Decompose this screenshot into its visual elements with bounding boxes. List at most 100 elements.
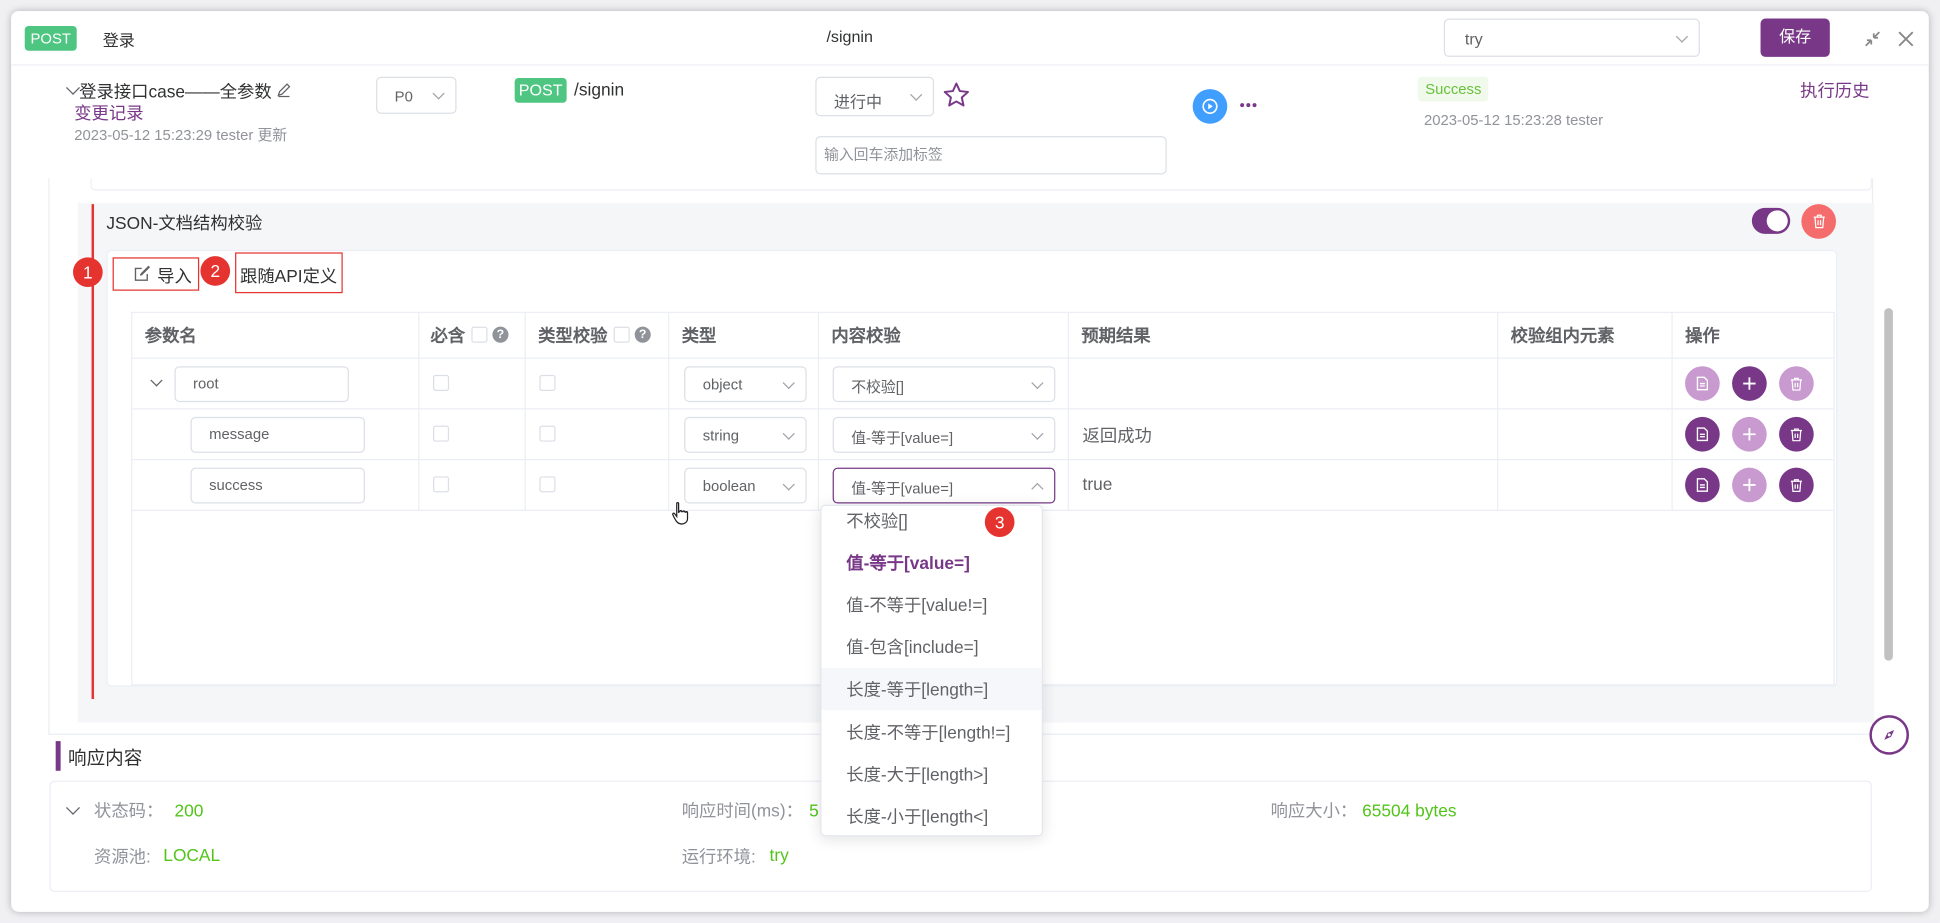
plus-icon <box>1743 478 1756 492</box>
delete-row-button[interactable] <box>1779 366 1814 401</box>
param-name-input[interactable]: message <box>190 416 365 453</box>
type-select[interactable]: string <box>684 416 807 453</box>
play-icon <box>1202 98 1218 115</box>
dropdown-option[interactable]: 长度-不等于[length!=] <box>822 711 1042 753</box>
annotation-box-1 <box>112 257 200 291</box>
chevron-down-icon <box>910 88 923 101</box>
dropdown-option[interactable]: 值-不等于[value!=] <box>822 584 1042 626</box>
type-check-checkbox[interactable] <box>539 374 556 391</box>
save-button[interactable]: 保存 <box>1760 18 1830 57</box>
execution-history-link[interactable]: 执行历史 <box>1800 78 1869 103</box>
case-editor-window: POST 登录 /signin try 保存 登录接口case——全参数 变更记… <box>11 11 1929 912</box>
compass-icon <box>1884 729 1895 740</box>
enable-toggle[interactable] <box>1751 207 1791 234</box>
change-log-link[interactable]: 变更记录 <box>74 100 143 125</box>
required-checkbox[interactable] <box>433 425 450 442</box>
content-check-dropdown: 不校验[] 值-等于[value=] 值-不等于[value!=] 值-包含[i… <box>820 504 1043 837</box>
doc-button[interactable] <box>1685 416 1720 452</box>
content-check-select-open[interactable]: 值-等于[value=] <box>832 467 1056 504</box>
response-time-value: 5 <box>809 800 819 821</box>
more-icon[interactable] <box>1240 101 1257 108</box>
hand-cursor-icon <box>672 502 689 525</box>
environment-select[interactable]: try <box>1443 18 1700 57</box>
type-check-all-checkbox[interactable] <box>613 326 630 343</box>
close-icon[interactable] <box>1897 30 1916 49</box>
type-select[interactable]: boolean <box>684 467 807 504</box>
chevron-down-icon[interactable] <box>65 80 80 95</box>
table-row: message string 值-等于[value=] 返回成功 <box>132 410 1833 459</box>
chevron-up-icon <box>1031 482 1044 495</box>
dropdown-option[interactable]: 长度-大于[length>] <box>822 753 1042 795</box>
status-code-label: 状态码： <box>94 800 164 821</box>
expected-value[interactable]: 返回成功 <box>1083 423 1152 448</box>
dropdown-option-selected[interactable]: 值-等于[value=] <box>822 542 1042 584</box>
case-path: /signin <box>574 79 625 99</box>
col-param-name: 参数名 <box>144 325 197 346</box>
dropdown-option[interactable]: 长度-小于[length<] <box>822 796 1042 836</box>
dropdown-option-hovered[interactable]: 长度-等于[length=] <box>821 668 1042 711</box>
resource-pool-label: 资源池: <box>94 846 151 867</box>
run-env-label: 运行环境: <box>681 846 756 867</box>
plus-icon <box>1743 428 1756 441</box>
updated-info: 2023-05-12 15:23:29 tester 更新 <box>74 126 288 144</box>
api-name: 登录 <box>102 30 135 50</box>
add-child-button[interactable] <box>1732 366 1767 401</box>
status-code-value: 200 <box>174 800 204 821</box>
col-content-check: 内容校验 <box>831 325 901 346</box>
previous-block-edge <box>90 178 1872 191</box>
priority-select[interactable]: P0 <box>376 76 457 114</box>
help-icon: ? <box>634 326 651 343</box>
response-title: 响应内容 <box>68 748 143 770</box>
required-all-checkbox[interactable] <box>471 326 488 343</box>
annotation-badge-2: 2 <box>200 256 231 286</box>
table-row: root object 不校验[] <box>132 359 1833 408</box>
doc-button[interactable] <box>1685 366 1720 401</box>
col-type-check: 类型校验 <box>538 325 608 346</box>
trash-icon <box>1790 377 1802 390</box>
tag-input[interactable]: 输入回车添加标签 <box>815 136 1167 175</box>
type-check-checkbox[interactable] <box>539 425 556 442</box>
chevron-down-icon <box>782 477 795 490</box>
star-icon[interactable] <box>942 80 972 110</box>
edit-icon[interactable] <box>276 82 292 98</box>
delete-row-button[interactable] <box>1779 416 1814 452</box>
chevron-down-icon <box>1031 427 1044 440</box>
col-group-elements: 校验组内元素 <box>1510 325 1615 346</box>
type-select[interactable]: object <box>684 366 807 403</box>
content-check-select[interactable]: 不校验[] <box>832 366 1056 403</box>
content-check-select[interactable]: 值-等于[value=] <box>832 416 1056 453</box>
run-button[interactable] <box>1192 89 1228 124</box>
expected-value[interactable]: true <box>1083 474 1113 494</box>
response-size-value: 65504 bytes <box>1362 800 1457 821</box>
collapse-icon[interactable] <box>1863 30 1882 49</box>
chevron-down-icon <box>432 87 445 100</box>
required-checkbox[interactable] <box>433 374 450 391</box>
plus-icon <box>1743 377 1756 390</box>
navigator-button[interactable] <box>1869 715 1909 755</box>
delete-row-button[interactable] <box>1779 467 1814 503</box>
response-size-label: 响应大小： <box>1270 800 1358 821</box>
document-icon <box>1696 376 1709 391</box>
add-child-button[interactable] <box>1732 416 1767 452</box>
type-check-checkbox[interactable] <box>539 476 556 493</box>
delete-assertion-button[interactable] <box>1801 204 1837 239</box>
chevron-down-icon <box>1031 376 1044 389</box>
document-icon <box>1696 478 1709 492</box>
col-required: 必含 <box>430 325 466 346</box>
dropdown-option[interactable]: 值-包含[include=] <box>822 626 1042 668</box>
scrollbar[interactable] <box>1884 308 1893 661</box>
chevron-down-icon[interactable] <box>150 374 163 387</box>
result-badge: Success <box>1417 76 1489 102</box>
trash-icon <box>1790 478 1802 492</box>
doc-button[interactable] <box>1685 467 1720 503</box>
case-header: 登录接口case——全参数 变更记录 2023-05-12 15:23:29 t… <box>11 67 1929 178</box>
json-check-title: JSON-文档结构校验 <box>106 212 263 233</box>
table-row: success boolean 值-等于[value=] true <box>132 460 1833 509</box>
param-name-input[interactable]: success <box>190 467 365 504</box>
required-checkbox[interactable] <box>433 476 450 493</box>
chevron-down-icon <box>1675 29 1689 43</box>
param-name-input[interactable]: root <box>174 366 349 403</box>
response-time-label: 响应时间(ms)： <box>681 800 803 821</box>
status-select[interactable]: 进行中 <box>815 76 935 117</box>
add-child-button[interactable] <box>1732 467 1767 503</box>
